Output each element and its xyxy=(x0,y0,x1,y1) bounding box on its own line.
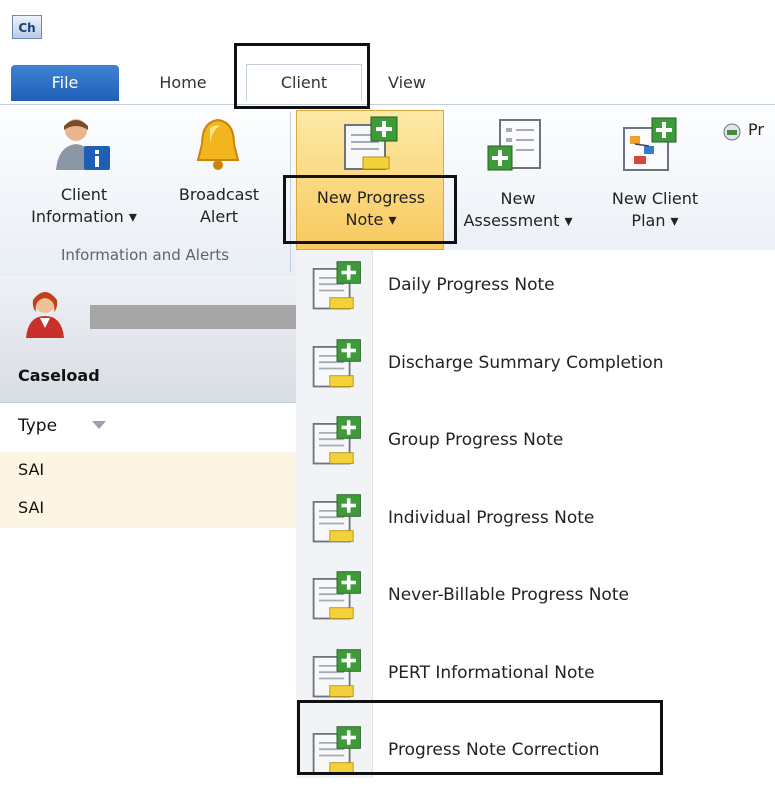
partial-button-label: Pr xyxy=(748,120,764,139)
progress-note-icon xyxy=(341,115,401,173)
menu-item-daily-progress-note[interactable]: Daily Progress Note xyxy=(296,250,775,328)
new-assessment-label-1: New xyxy=(500,189,536,208)
client-information-label-2: Information ▾ xyxy=(31,207,137,226)
progress-note-icon xyxy=(310,413,364,469)
new-client-plan-label-2: Plan ▾ xyxy=(631,211,679,230)
progress-note-icon xyxy=(310,568,364,624)
new-client-plan-button[interactable]: New Client Plan ▾ xyxy=(590,112,720,242)
ribbon-tabs: File Home Client View xyxy=(0,52,775,104)
filter-arrow-icon[interactable] xyxy=(92,421,106,429)
client-info-icon xyxy=(54,116,112,172)
broadcast-alert-label-2: Alert xyxy=(199,207,239,226)
client-information-label-1: Client xyxy=(60,185,108,204)
title-bar xyxy=(0,0,775,52)
new-client-plan-label-1: New Client xyxy=(611,189,699,208)
ribbon-group-caption: Information and Alerts xyxy=(60,246,230,264)
progress-note-icon xyxy=(310,258,364,314)
client-name-redacted xyxy=(90,305,296,329)
table-row[interactable]: SAI xyxy=(0,452,296,490)
menu-item-label: PERT Informational Note xyxy=(388,662,595,683)
menu-item-group-progress-note[interactable]: Group Progress Note xyxy=(296,405,775,483)
tab-file[interactable]: File xyxy=(11,65,119,101)
bell-icon xyxy=(190,116,246,172)
new-assessment-button[interactable]: New Assessment ▾ xyxy=(448,112,588,242)
type-header-label: Type xyxy=(18,416,58,436)
menu-item-individual-progress-note[interactable]: Individual Progress Note xyxy=(296,483,775,561)
client-plan-icon xyxy=(620,116,680,174)
menu-item-label: Never-Billable Progress Note xyxy=(388,585,629,605)
menu-item-label: Individual Progress Note xyxy=(388,507,595,528)
menu-item-never-billable-progress-note[interactable]: Never-Billable Progress Note xyxy=(296,560,775,638)
row-type: SAI xyxy=(18,460,45,479)
app-icon[interactable]: Ch xyxy=(12,15,42,39)
menu-item-discharge-summary-completion[interactable]: Discharge Summary Completion xyxy=(296,328,775,406)
broadcast-alert-label-1: Broadcast xyxy=(178,185,260,204)
menu-item-label: Group Progress Note xyxy=(388,430,564,450)
progress-note-icon xyxy=(310,336,364,392)
client-avatar xyxy=(20,288,70,338)
tab-view[interactable]: View xyxy=(372,65,442,101)
row-type: SAI xyxy=(18,498,45,517)
client-information-button[interactable]: Client Information ▾ xyxy=(14,112,154,242)
progress-note-icon xyxy=(310,646,364,702)
print-icon xyxy=(722,122,742,142)
menu-item-label: Daily Progress Note xyxy=(388,275,555,295)
highlight-progress-note-correction xyxy=(297,700,663,775)
new-assessment-label-2: Assessment ▾ xyxy=(463,211,573,230)
partial-ribbon-button[interactable]: Pr xyxy=(722,118,775,146)
broadcast-alert-button[interactable]: Broadcast Alert xyxy=(160,112,278,242)
tab-home[interactable]: Home xyxy=(134,65,232,101)
table-row[interactable]: SAI xyxy=(0,490,296,528)
caseload-label: Caseload xyxy=(18,366,100,385)
menu-item-label: Discharge Summary Completion xyxy=(388,352,664,373)
highlight-client-tab xyxy=(234,43,370,109)
progress-note-icon xyxy=(310,491,364,547)
assessment-icon xyxy=(486,116,544,174)
highlight-new-progress-note xyxy=(283,175,457,244)
